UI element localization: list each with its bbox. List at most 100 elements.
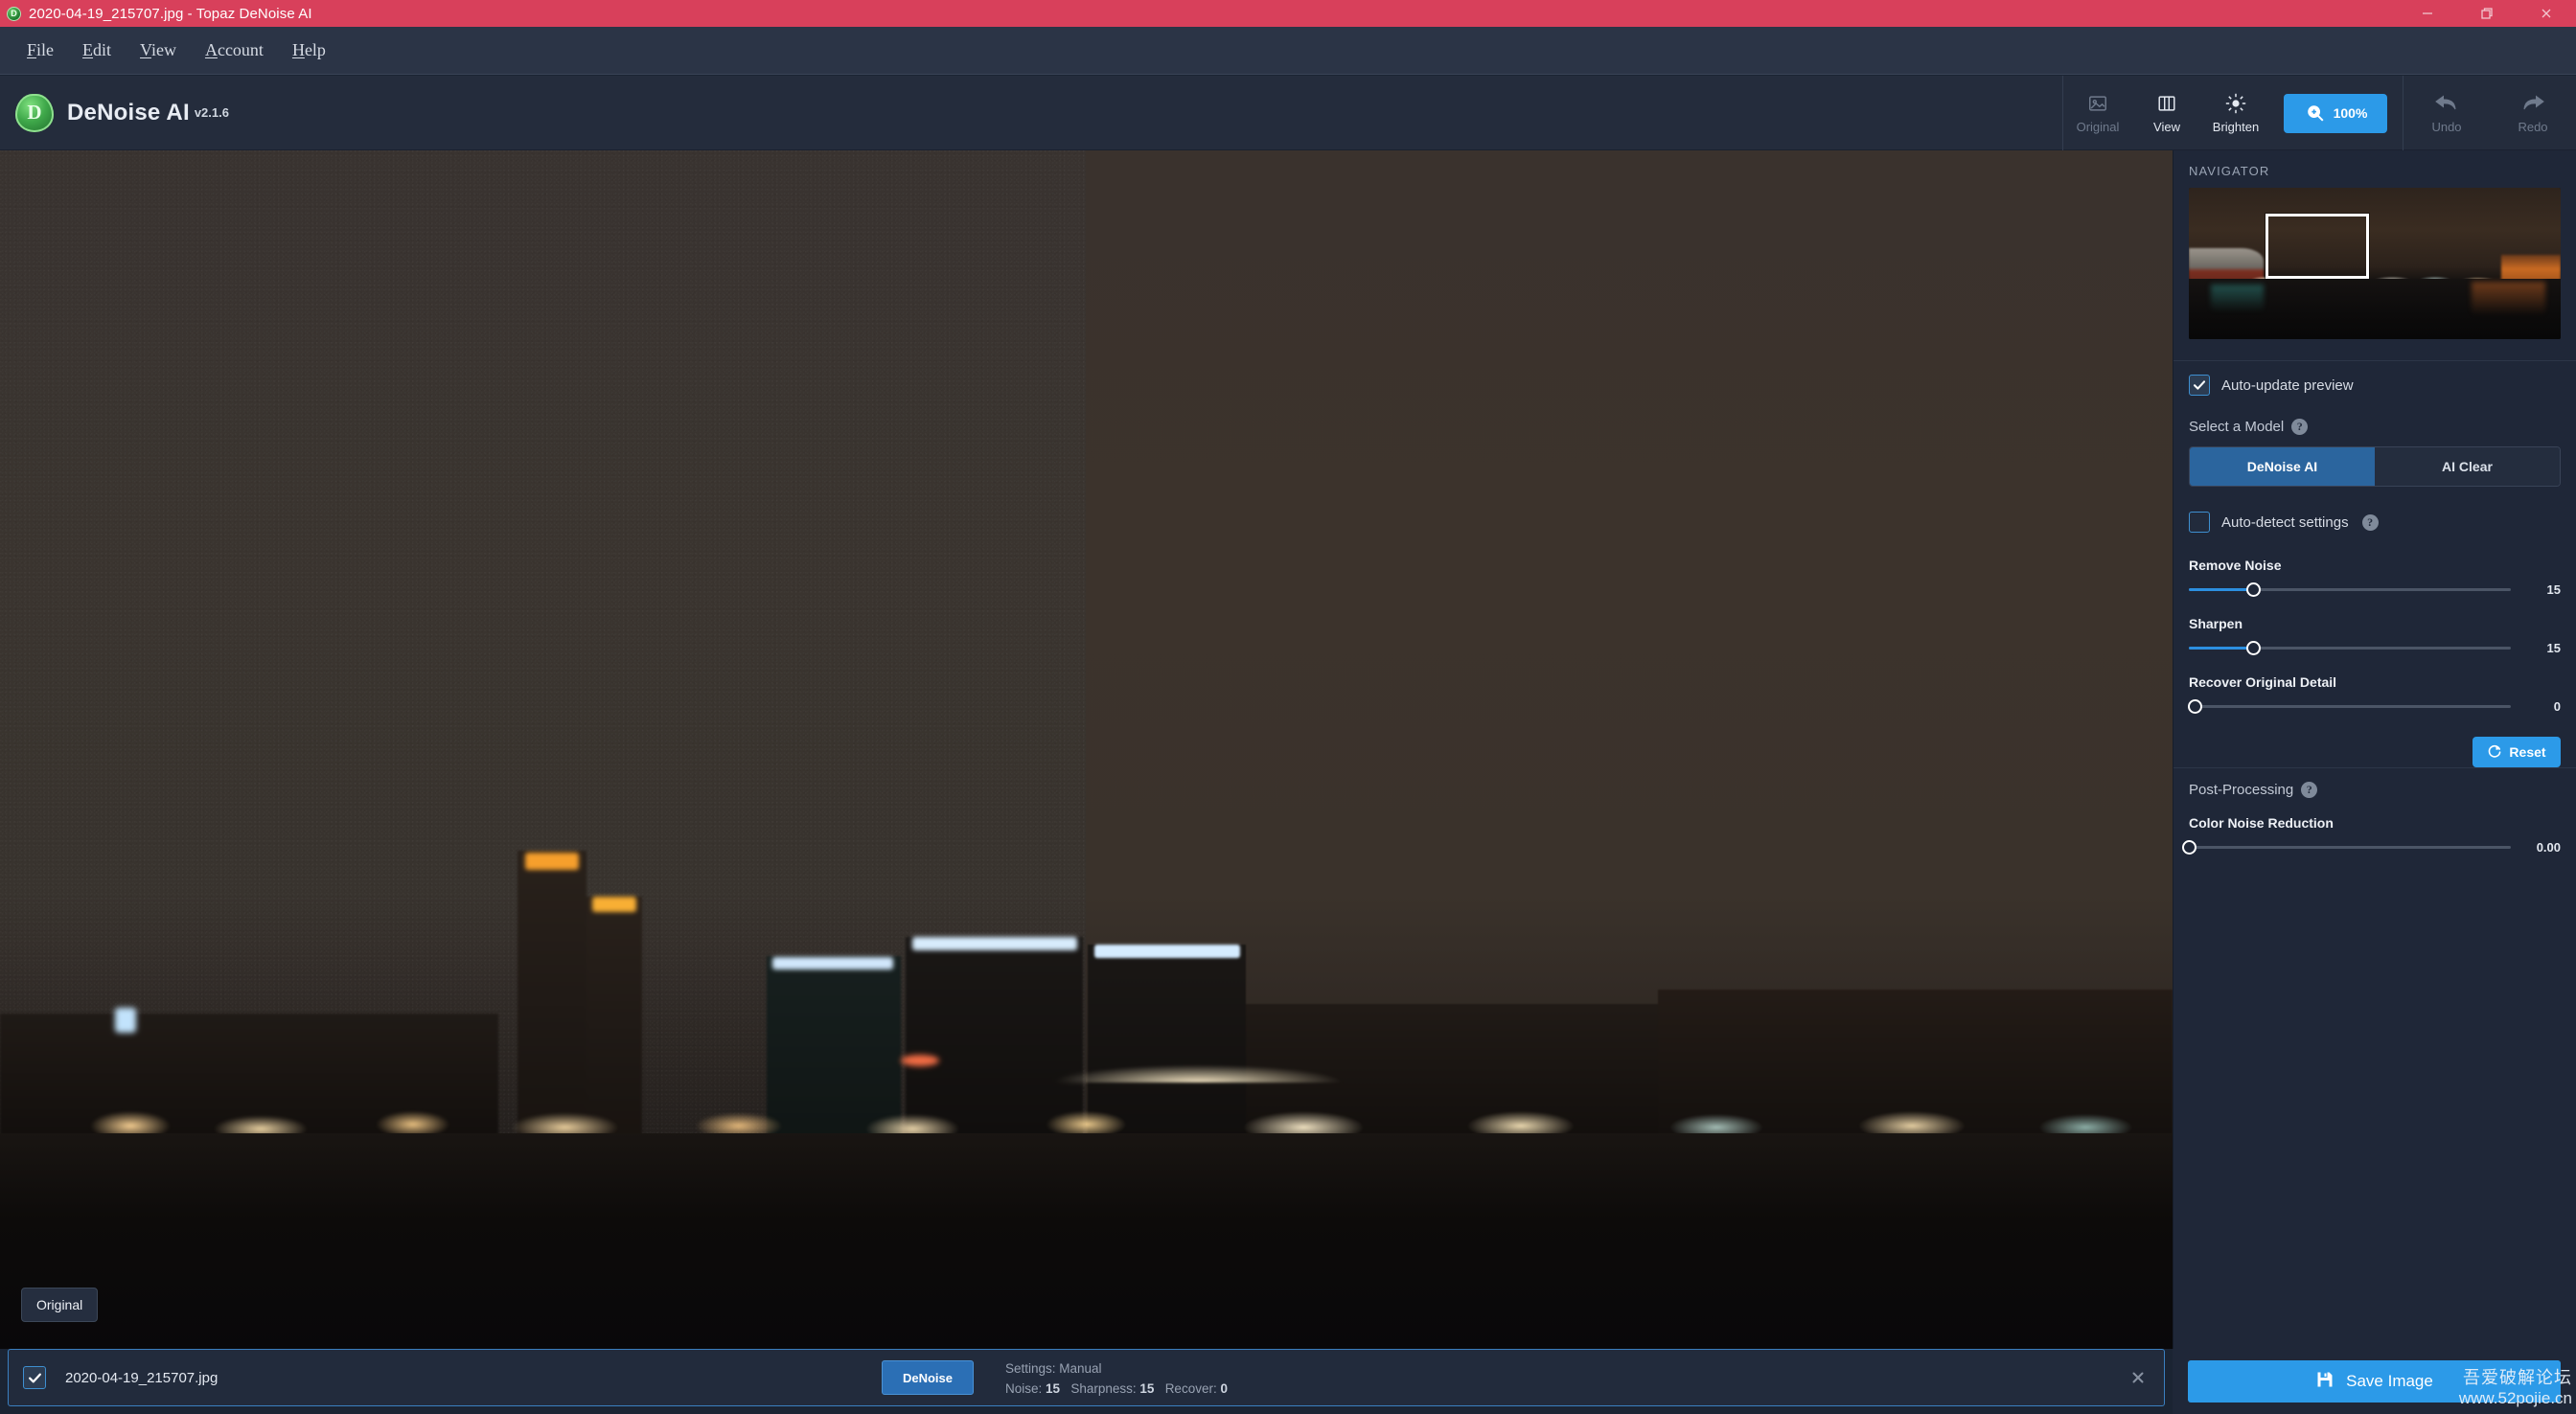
menu-label-help: elp	[305, 40, 326, 59]
brighten-button[interactable]: Brighten	[2201, 76, 2270, 150]
remove-noise-slider-row[interactable]: 15	[2189, 582, 2561, 597]
menu-item-edit[interactable]: Edit	[73, 36, 121, 64]
brighten-label: Brighten	[2213, 120, 2259, 134]
sharpen-label: Sharpen	[2189, 616, 2561, 631]
menu-bar: File Edit View Account Help	[0, 27, 2576, 75]
viewer-pane-original[interactable]: Original	[0, 150, 1086, 1349]
undo-icon	[2434, 92, 2459, 115]
recover-detail-slider-thumb[interactable]	[2188, 699, 2202, 714]
sharpen-slider-row[interactable]: 15	[2189, 641, 2561, 655]
redo-icon	[2520, 92, 2545, 115]
model-option-denoise-ai[interactable]: DeNoise AI	[2190, 447, 2375, 486]
denoise-button[interactable]: DeNoise	[882, 1360, 974, 1395]
split-view-icon	[2156, 92, 2177, 115]
recover-detail-value: 0	[2511, 699, 2561, 714]
question-mark-icon[interactable]: ?	[2291, 419, 2308, 435]
file-list-bar: 2020-04-19_215707.jpg DeNoise Settings: …	[8, 1349, 2165, 1406]
sharpness-meta-label: Sharpness:	[1070, 1381, 1136, 1396]
model-segmented-control[interactable]: DeNoise AI AI Clear	[2189, 446, 2561, 487]
color-noise-value: 0.00	[2511, 840, 2561, 855]
slider-group-color-noise: Color Noise Reduction 0.00	[2189, 815, 2561, 855]
topaz-logo-icon: D	[7, 7, 21, 21]
viewer-pane-preview[interactable]: Preview	[1086, 150, 2173, 1349]
color-noise-slider-track[interactable]	[2189, 846, 2511, 849]
remove-file-close-icon[interactable]	[2128, 1367, 2149, 1388]
menu-item-account[interactable]: Account	[196, 36, 273, 64]
noise-meta-label: Noise:	[1005, 1381, 1042, 1396]
image-viewer[interactable]: Original	[0, 150, 2173, 1349]
close-icon[interactable]	[2517, 0, 2576, 27]
save-image-button[interactable]: Save Image	[2188, 1360, 2561, 1403]
auto-detect-question-mark-icon[interactable]: ?	[2362, 514, 2379, 531]
toolbar: Original View	[2062, 76, 2576, 150]
redo-label: Redo	[2518, 120, 2547, 134]
select-model-row: Select a Model ?	[2174, 419, 2576, 435]
menu-item-help[interactable]: Help	[283, 36, 335, 64]
window-controls	[2398, 0, 2576, 27]
remove-noise-slider-thumb[interactable]	[2246, 582, 2261, 597]
auto-detect-settings-row[interactable]: Auto-detect settings ?	[2174, 498, 2576, 533]
water-area-preview	[1086, 1133, 2173, 1349]
denoise-logo-icon: D	[15, 94, 54, 132]
post-processing-separator	[2174, 767, 2576, 768]
navigator-thumbnail[interactable]	[2189, 188, 2561, 339]
color-noise-slider-row[interactable]: 0.00	[2189, 840, 2561, 855]
remove-noise-value: 15	[2511, 582, 2561, 597]
navigator-reflection-left	[2211, 285, 2263, 330]
undo-button[interactable]: Undo	[2404, 76, 2490, 150]
sharpen-value: 15	[2511, 641, 2561, 655]
water-area	[0, 1133, 1086, 1349]
post-processing-sliders: Color Noise Reduction 0.00	[2174, 815, 2576, 855]
image-icon	[2087, 92, 2108, 115]
original-toggle-button[interactable]: Original	[2063, 76, 2132, 150]
app-header: D DeNoise AI v2.1.6 Original	[0, 76, 2576, 150]
menu-item-file[interactable]: File	[17, 36, 63, 64]
refresh-icon	[2487, 743, 2502, 762]
slider-group-remove-noise: Remove Noise 15	[2189, 558, 2561, 597]
zoom-level-button[interactable]: 100%	[2284, 94, 2387, 133]
brand: D DeNoise AI v2.1.6	[15, 94, 229, 132]
slider-group-recover-detail: Recover Original Detail 0	[2189, 674, 2561, 714]
settings-values-line: Noise: 15 Sharpness: 15 Recover: 0	[1005, 1380, 1228, 1400]
recover-detail-slider-track[interactable]	[2189, 705, 2511, 708]
denoise-ai-window: D 2020-04-19_215707.jpg - Topaz DeNoise …	[0, 0, 2576, 1414]
sharpness-meta-value: 15	[1139, 1381, 1154, 1396]
window-title: 2020-04-19_215707.jpg - Topaz DeNoise AI	[29, 6, 312, 22]
menu-label-edit: dit	[93, 40, 111, 59]
maximize-icon[interactable]	[2457, 0, 2517, 27]
navigator-title: NAVIGATOR	[2174, 150, 2576, 188]
reset-button[interactable]: Reset	[2472, 737, 2561, 767]
magnifier-plus-icon	[2304, 102, 2327, 125]
auto-update-preview-row[interactable]: Auto-update preview	[2174, 361, 2576, 396]
post-processing-question-mark-icon[interactable]: ?	[2301, 782, 2317, 798]
view-mode-button[interactable]: View	[2132, 76, 2201, 150]
remove-noise-slider-track[interactable]	[2189, 588, 2511, 591]
title-bar: D 2020-04-19_215707.jpg - Topaz DeNoise …	[0, 0, 2576, 27]
auto-update-preview-checkbox[interactable]	[2189, 375, 2210, 396]
model-option-ai-clear[interactable]: AI Clear	[2375, 447, 2560, 486]
recover-original-detail-label: Recover Original Detail	[2189, 674, 2561, 690]
color-noise-slider-thumb[interactable]	[2182, 840, 2196, 855]
original-pane-label[interactable]: Original	[21, 1288, 98, 1322]
sharpen-slider-track[interactable]	[2189, 647, 2511, 650]
menu-label-file: ile	[36, 40, 54, 59]
brand-initial: D	[27, 103, 41, 123]
menu-label-account: ccount	[218, 40, 264, 59]
navigator-viewport-rect[interactable]	[2266, 214, 2370, 279]
recover-detail-slider-row[interactable]: 0	[2189, 699, 2561, 714]
history-tools: Undo Redo	[2404, 76, 2576, 150]
minimize-icon[interactable]	[2398, 0, 2457, 27]
select-model-label: Select a Model	[2189, 419, 2284, 435]
adjustment-sliders: Remove Noise 15 Sharpen 15	[2174, 558, 2576, 714]
sharpen-slider-thumb[interactable]	[2246, 641, 2261, 655]
zoom-level-label: 100%	[2334, 105, 2368, 121]
recover-meta-label: Recover:	[1165, 1381, 1217, 1396]
menu-item-view[interactable]: View	[130, 36, 186, 64]
settings-mode-line: Settings: Manual	[1005, 1359, 1228, 1380]
sun-icon	[2224, 92, 2247, 115]
navigator-reflection-right	[2472, 282, 2546, 333]
file-select-checkbox[interactable]	[23, 1366, 46, 1389]
redo-button[interactable]: Redo	[2490, 76, 2576, 150]
menu-label-view: iew	[151, 40, 176, 59]
auto-detect-settings-checkbox[interactable]	[2189, 512, 2210, 533]
